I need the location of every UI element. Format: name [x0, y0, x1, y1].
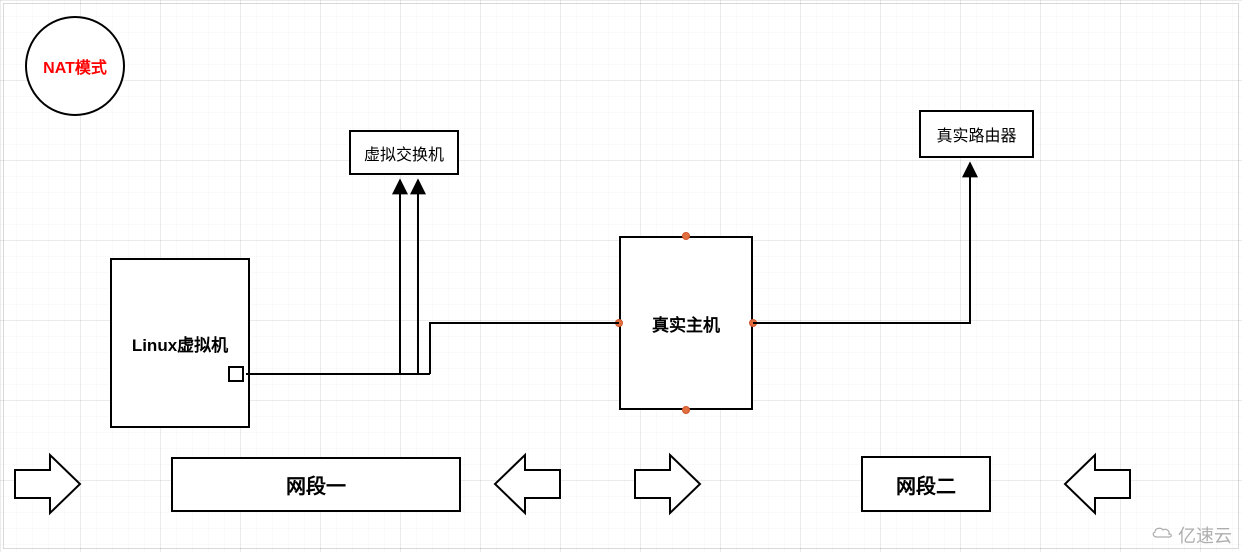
node-vswitch: 虚拟交换机	[349, 130, 459, 175]
vm-label: Linux虚拟机	[132, 331, 228, 356]
vswitch-label: 虚拟交换机	[364, 141, 444, 165]
connection-dot-left	[615, 319, 623, 327]
connection-dot-bottom	[682, 406, 690, 414]
segment-two-label: 网段二	[896, 470, 956, 499]
vm-port-icon	[228, 366, 244, 382]
title-circle: NAT模式	[25, 16, 125, 116]
node-host: 真实主机	[619, 236, 753, 410]
node-router: 真实路由器	[919, 110, 1034, 158]
watermark: 亿速云	[1150, 522, 1232, 548]
segment-two-box: 网段二	[861, 456, 991, 512]
cloud-icon	[1150, 523, 1174, 547]
host-label: 真实主机	[652, 311, 720, 336]
watermark-label: 亿速云	[1178, 522, 1232, 548]
router-label: 真实路由器	[936, 122, 1016, 146]
title-label: NAT模式	[43, 54, 107, 78]
connection-dot-top	[682, 232, 690, 240]
segment-one-box: 网段一	[171, 457, 461, 512]
node-vm: Linux虚拟机	[110, 258, 250, 428]
connection-dot-right	[749, 319, 757, 327]
segment-one-label: 网段一	[286, 470, 346, 499]
